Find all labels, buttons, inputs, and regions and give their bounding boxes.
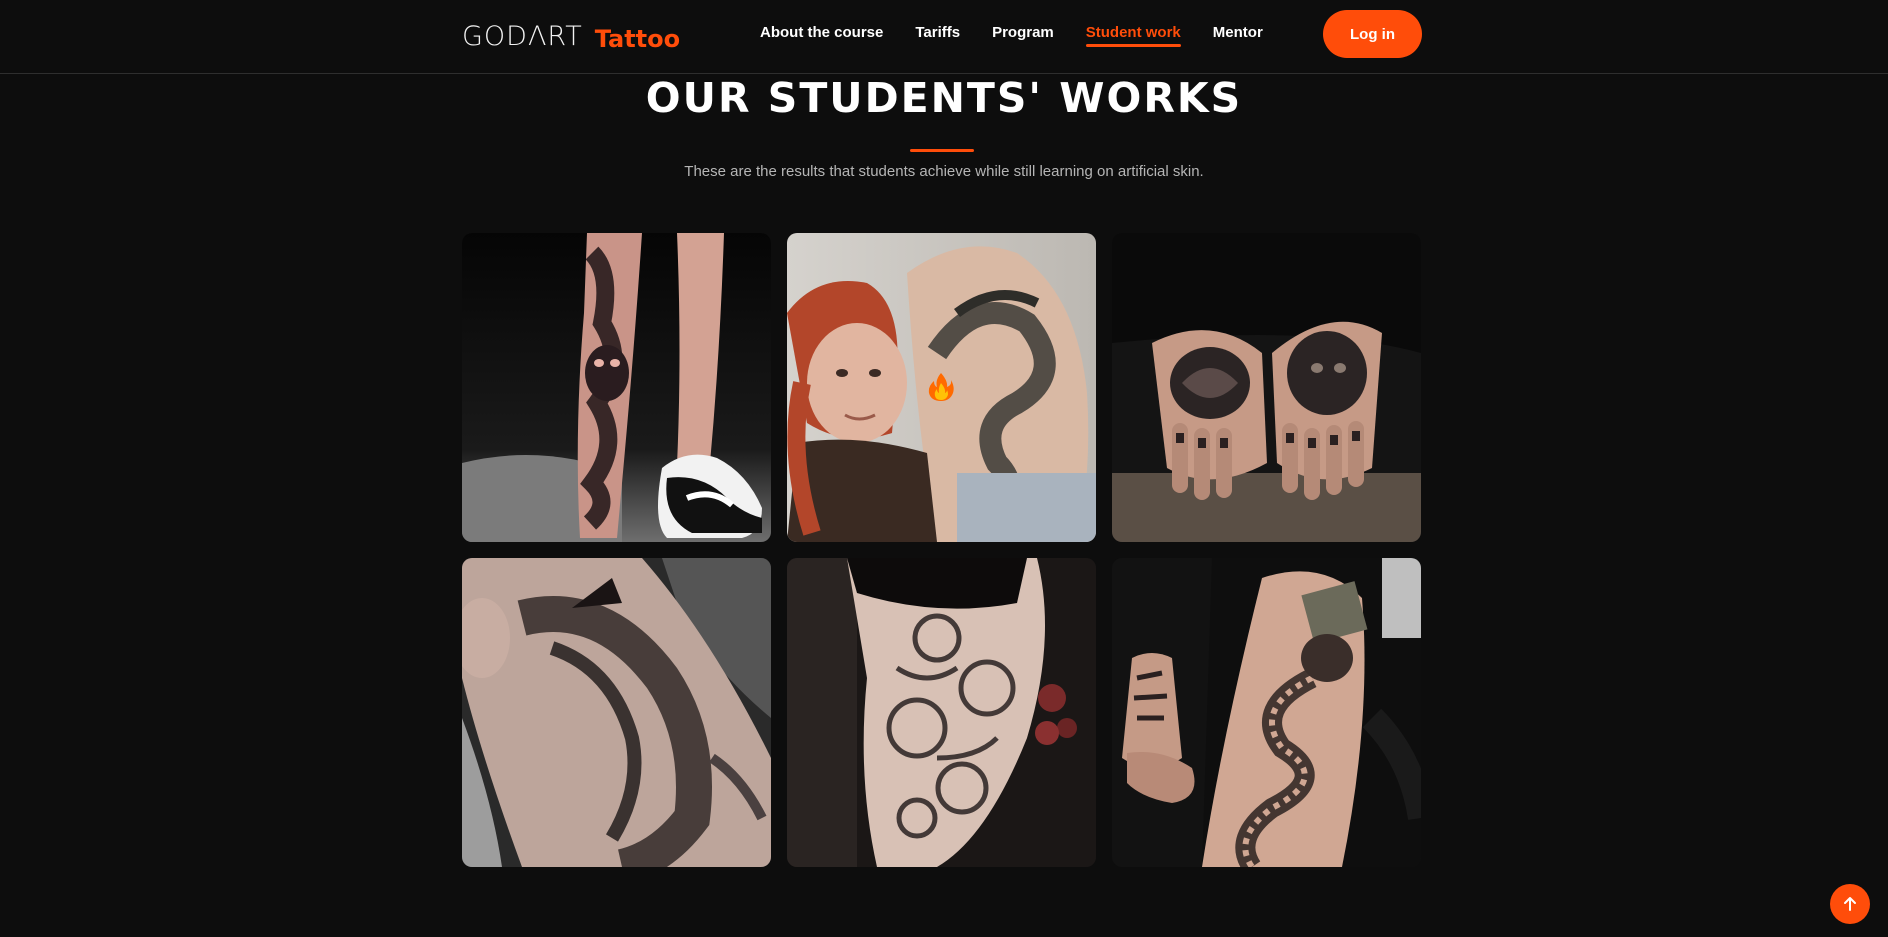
main-nav: About the course Tariffs Program Student… [760, 0, 1295, 66]
student-works-gallery [462, 233, 1422, 868]
work-card-snake-forearm[interactable] [1112, 558, 1421, 867]
nav-tariffs[interactable]: Tariffs [915, 20, 960, 47]
nav-mentor[interactable]: Mentor [1213, 20, 1263, 47]
logo-wordmark: GODΛRT [462, 20, 583, 52]
scroll-to-top-button[interactable] [1830, 884, 1870, 924]
snake-forearm-tattoo-photo [1112, 558, 1421, 867]
arrow-up-icon [1844, 897, 1856, 911]
work-card-neck[interactable] [462, 558, 771, 867]
title-underline [910, 149, 974, 152]
neck-tattoo-photo [462, 558, 771, 867]
tiger-leg-tattoo-photo [462, 233, 771, 542]
logo[interactable]: GODΛRT Tattoo [462, 16, 680, 56]
fire-icon [928, 373, 954, 401]
nav-about-course[interactable]: About the course [760, 20, 883, 47]
work-card-tiger-leg[interactable] [462, 233, 771, 542]
hands-tattoo-photo [1112, 233, 1421, 542]
floral-thigh-tattoo-photo [787, 558, 1096, 867]
section-subtitle: These are the results that students achi… [684, 163, 1204, 180]
login-button[interactable]: Log in [1323, 10, 1422, 58]
nav-program[interactable]: Program [992, 20, 1054, 47]
nav-student-work[interactable]: Student work [1085, 20, 1181, 47]
logo-tattoo-label: Tattoo [594, 25, 681, 53]
site-header: GODΛRT Tattoo About the course Tariffs P… [0, 0, 1888, 74]
work-card-floral-thigh[interactable] [787, 558, 1096, 867]
work-card-hands[interactable] [1112, 233, 1421, 542]
section-title: OUR STUDENTS' WORKS [645, 74, 1243, 122]
